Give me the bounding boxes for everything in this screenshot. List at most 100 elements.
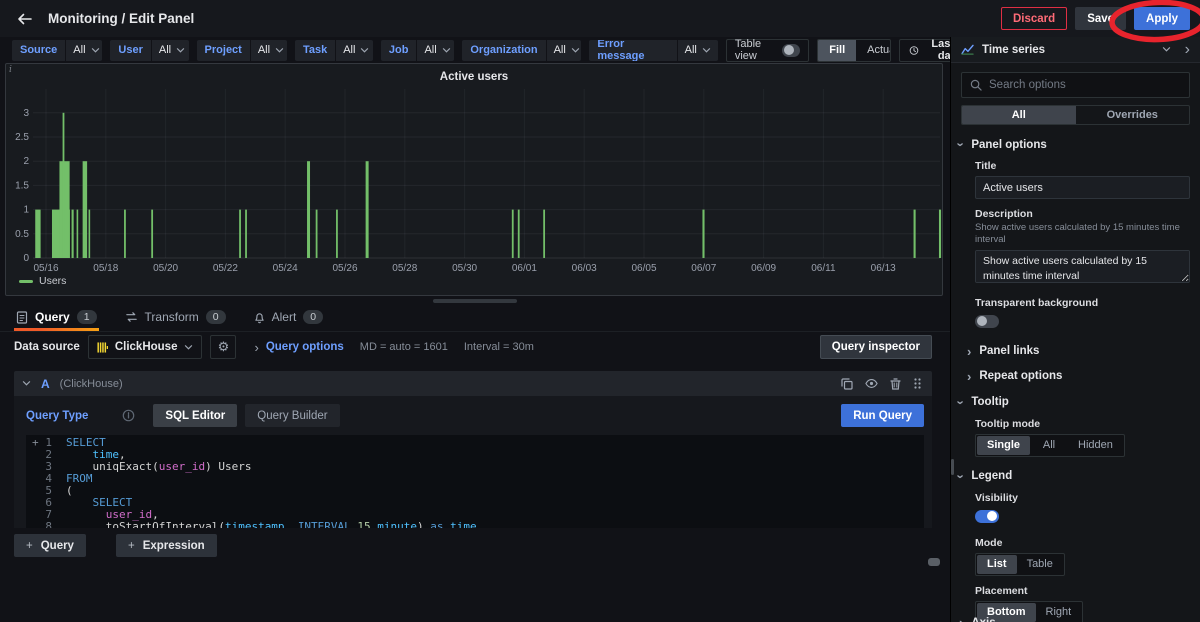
save-button[interactable]: Save [1075, 7, 1126, 30]
filter-task[interactable]: TaskAll [295, 40, 373, 61]
filter-source[interactable]: SourceAll [12, 40, 102, 61]
datasource-label: Data source [14, 341, 80, 353]
option-right[interactable]: Right [1036, 603, 1082, 622]
svg-text:05/22: 05/22 [213, 263, 238, 274]
svg-text:05/28: 05/28 [392, 263, 417, 274]
table-view-control[interactable]: Table view [726, 39, 809, 62]
tab-transform[interactable]: Transform0 [123, 303, 228, 331]
legend-visibility-switch[interactable] [975, 510, 999, 523]
tab-query[interactable]: Query1 [14, 303, 99, 331]
section-legend[interactable]: › Legend [959, 470, 1192, 483]
section-label: Repeat options [979, 370, 1062, 382]
option-all[interactable]: All [1030, 436, 1068, 455]
top-header: Monitoring / Edit Panel Discard Save App… [0, 0, 1200, 37]
query-row-header[interactable]: A (ClickHouse) [14, 371, 932, 396]
fill-button[interactable]: Fill [818, 40, 856, 61]
tab-alert[interactable]: Alert0 [252, 303, 326, 331]
section-panel-options[interactable]: › Panel options [959, 138, 1192, 151]
section-axis[interactable]: › Axis [959, 616, 996, 622]
svg-text:2.5: 2.5 [15, 132, 29, 143]
datasource-picker[interactable]: ClickHouse [88, 335, 203, 359]
plus-icon: + [26, 540, 33, 552]
discard-button[interactable]: Discard [1001, 7, 1067, 30]
filter-label: Project [197, 40, 250, 61]
main-scrollbar-thumb[interactable] [928, 558, 940, 566]
back-arrow-icon[interactable] [14, 8, 36, 30]
transparent-background-switch[interactable] [975, 315, 999, 328]
run-query-button[interactable]: Run Query [841, 404, 924, 427]
sql-editor-tab[interactable]: SQL Editor [153, 404, 237, 427]
svg-text:06/11: 06/11 [811, 263, 836, 274]
filter-label: Job [381, 40, 417, 61]
svg-text:0.5: 0.5 [15, 229, 29, 240]
chart-legend-item[interactable]: Users [19, 275, 66, 287]
actual-button[interactable]: Actual [856, 40, 891, 61]
filter-value-dropdown[interactable]: All [336, 40, 373, 61]
panel-title-input[interactable] [975, 176, 1190, 199]
panel-description-textarea[interactable]: Show active users calculated by 15 minut… [975, 250, 1190, 283]
add-expression-button[interactable]: + Expression [116, 534, 217, 557]
drag-handle-icon[interactable] [913, 377, 922, 390]
filter-job[interactable]: JobAll [381, 40, 454, 61]
filter-value-dropdown[interactable]: All [152, 40, 189, 61]
apply-button[interactable]: Apply [1134, 7, 1190, 30]
chevron-down-icon[interactable] [1162, 46, 1171, 53]
legend-series-label: Users [39, 275, 66, 287]
add-query-label: Query [41, 540, 74, 552]
svg-text:06/13: 06/13 [871, 263, 896, 274]
repeat-options-section[interactable]: › Repeat options [967, 370, 1192, 383]
option-list[interactable]: List [977, 555, 1017, 574]
table-view-switch[interactable] [782, 44, 801, 57]
grafana-edit-panel-window: Monitoring / Edit Panel Discard Save App… [0, 0, 1200, 622]
tab-overrides[interactable]: Overrides [1076, 106, 1190, 124]
filter-organization[interactable]: OrganizationAll [462, 40, 581, 61]
tab-all[interactable]: All [962, 106, 1076, 124]
filter-value-dropdown[interactable]: All [251, 40, 287, 61]
option-table[interactable]: Table [1017, 555, 1063, 574]
search-options-input[interactable] [989, 79, 1181, 91]
code-line-5: 5( [26, 485, 924, 497]
query-options-toggle[interactable]: › Query options [254, 341, 343, 354]
option-hidden[interactable]: Hidden [1068, 436, 1123, 455]
panel-links-section[interactable]: › Panel links [967, 345, 1192, 358]
filter-label: Organization [462, 40, 545, 61]
filter-value-dropdown[interactable]: All [66, 40, 102, 61]
query-inspector-button[interactable]: Query inspector [820, 335, 932, 359]
svg-text:1.5: 1.5 [15, 180, 29, 191]
title-field-label: Title [975, 160, 1190, 172]
chart-panel[interactable]: i Active users 05/1605/1805/2005/2205/24… [5, 63, 943, 296]
filter-value-dropdown[interactable]: All [678, 40, 718, 61]
filter-project[interactable]: ProjectAll [197, 40, 287, 61]
info-circle-icon[interactable] [122, 409, 135, 422]
legend-mode-label: Mode [975, 537, 1190, 549]
sidebar-scrollbar-thumb[interactable] [951, 459, 954, 475]
filter-label: User [110, 40, 150, 61]
add-query-button[interactable]: + Query [14, 534, 86, 557]
chevron-down-icon [702, 47, 711, 54]
query-builder-tab[interactable]: Query Builder [245, 404, 339, 427]
svg-text:06/05: 06/05 [631, 263, 656, 274]
clickhouse-icon [97, 342, 108, 353]
options-search-box[interactable] [961, 72, 1190, 98]
section-label: Axis [971, 617, 995, 622]
filter-value-dropdown[interactable]: All [417, 40, 454, 61]
filter-user[interactable]: UserAll [110, 40, 188, 61]
datasource-settings-button[interactable]: ⚙ [210, 335, 236, 359]
sql-code-editor[interactable]: +1SELECT2 time,3 uniqExact(user_id) User… [26, 435, 924, 528]
options-sidebar: Time series › All Overrides › Panel opti… [950, 37, 1200, 622]
add-line-icon[interactable]: + [32, 437, 39, 449]
visualization-picker[interactable]: Time series › [951, 37, 1200, 63]
svg-text:1: 1 [23, 205, 29, 216]
hide-query-eye-icon[interactable] [865, 378, 878, 389]
filter-value-dropdown[interactable]: All [547, 40, 582, 61]
gear-icon: ⚙ [218, 339, 230, 355]
duplicate-query-icon[interactable] [841, 378, 853, 390]
section-tooltip[interactable]: › Tooltip [959, 396, 1192, 409]
filter-label: Error message [589, 40, 676, 61]
tab-count-badge: 0 [303, 310, 323, 324]
collapse-pane-icon[interactable]: › [1185, 41, 1190, 59]
tab-label: Transform [145, 310, 199, 324]
delete-query-trash-icon[interactable] [890, 378, 901, 390]
option-single[interactable]: Single [977, 436, 1030, 455]
filter-error-message[interactable]: Error messageAll [589, 40, 717, 61]
